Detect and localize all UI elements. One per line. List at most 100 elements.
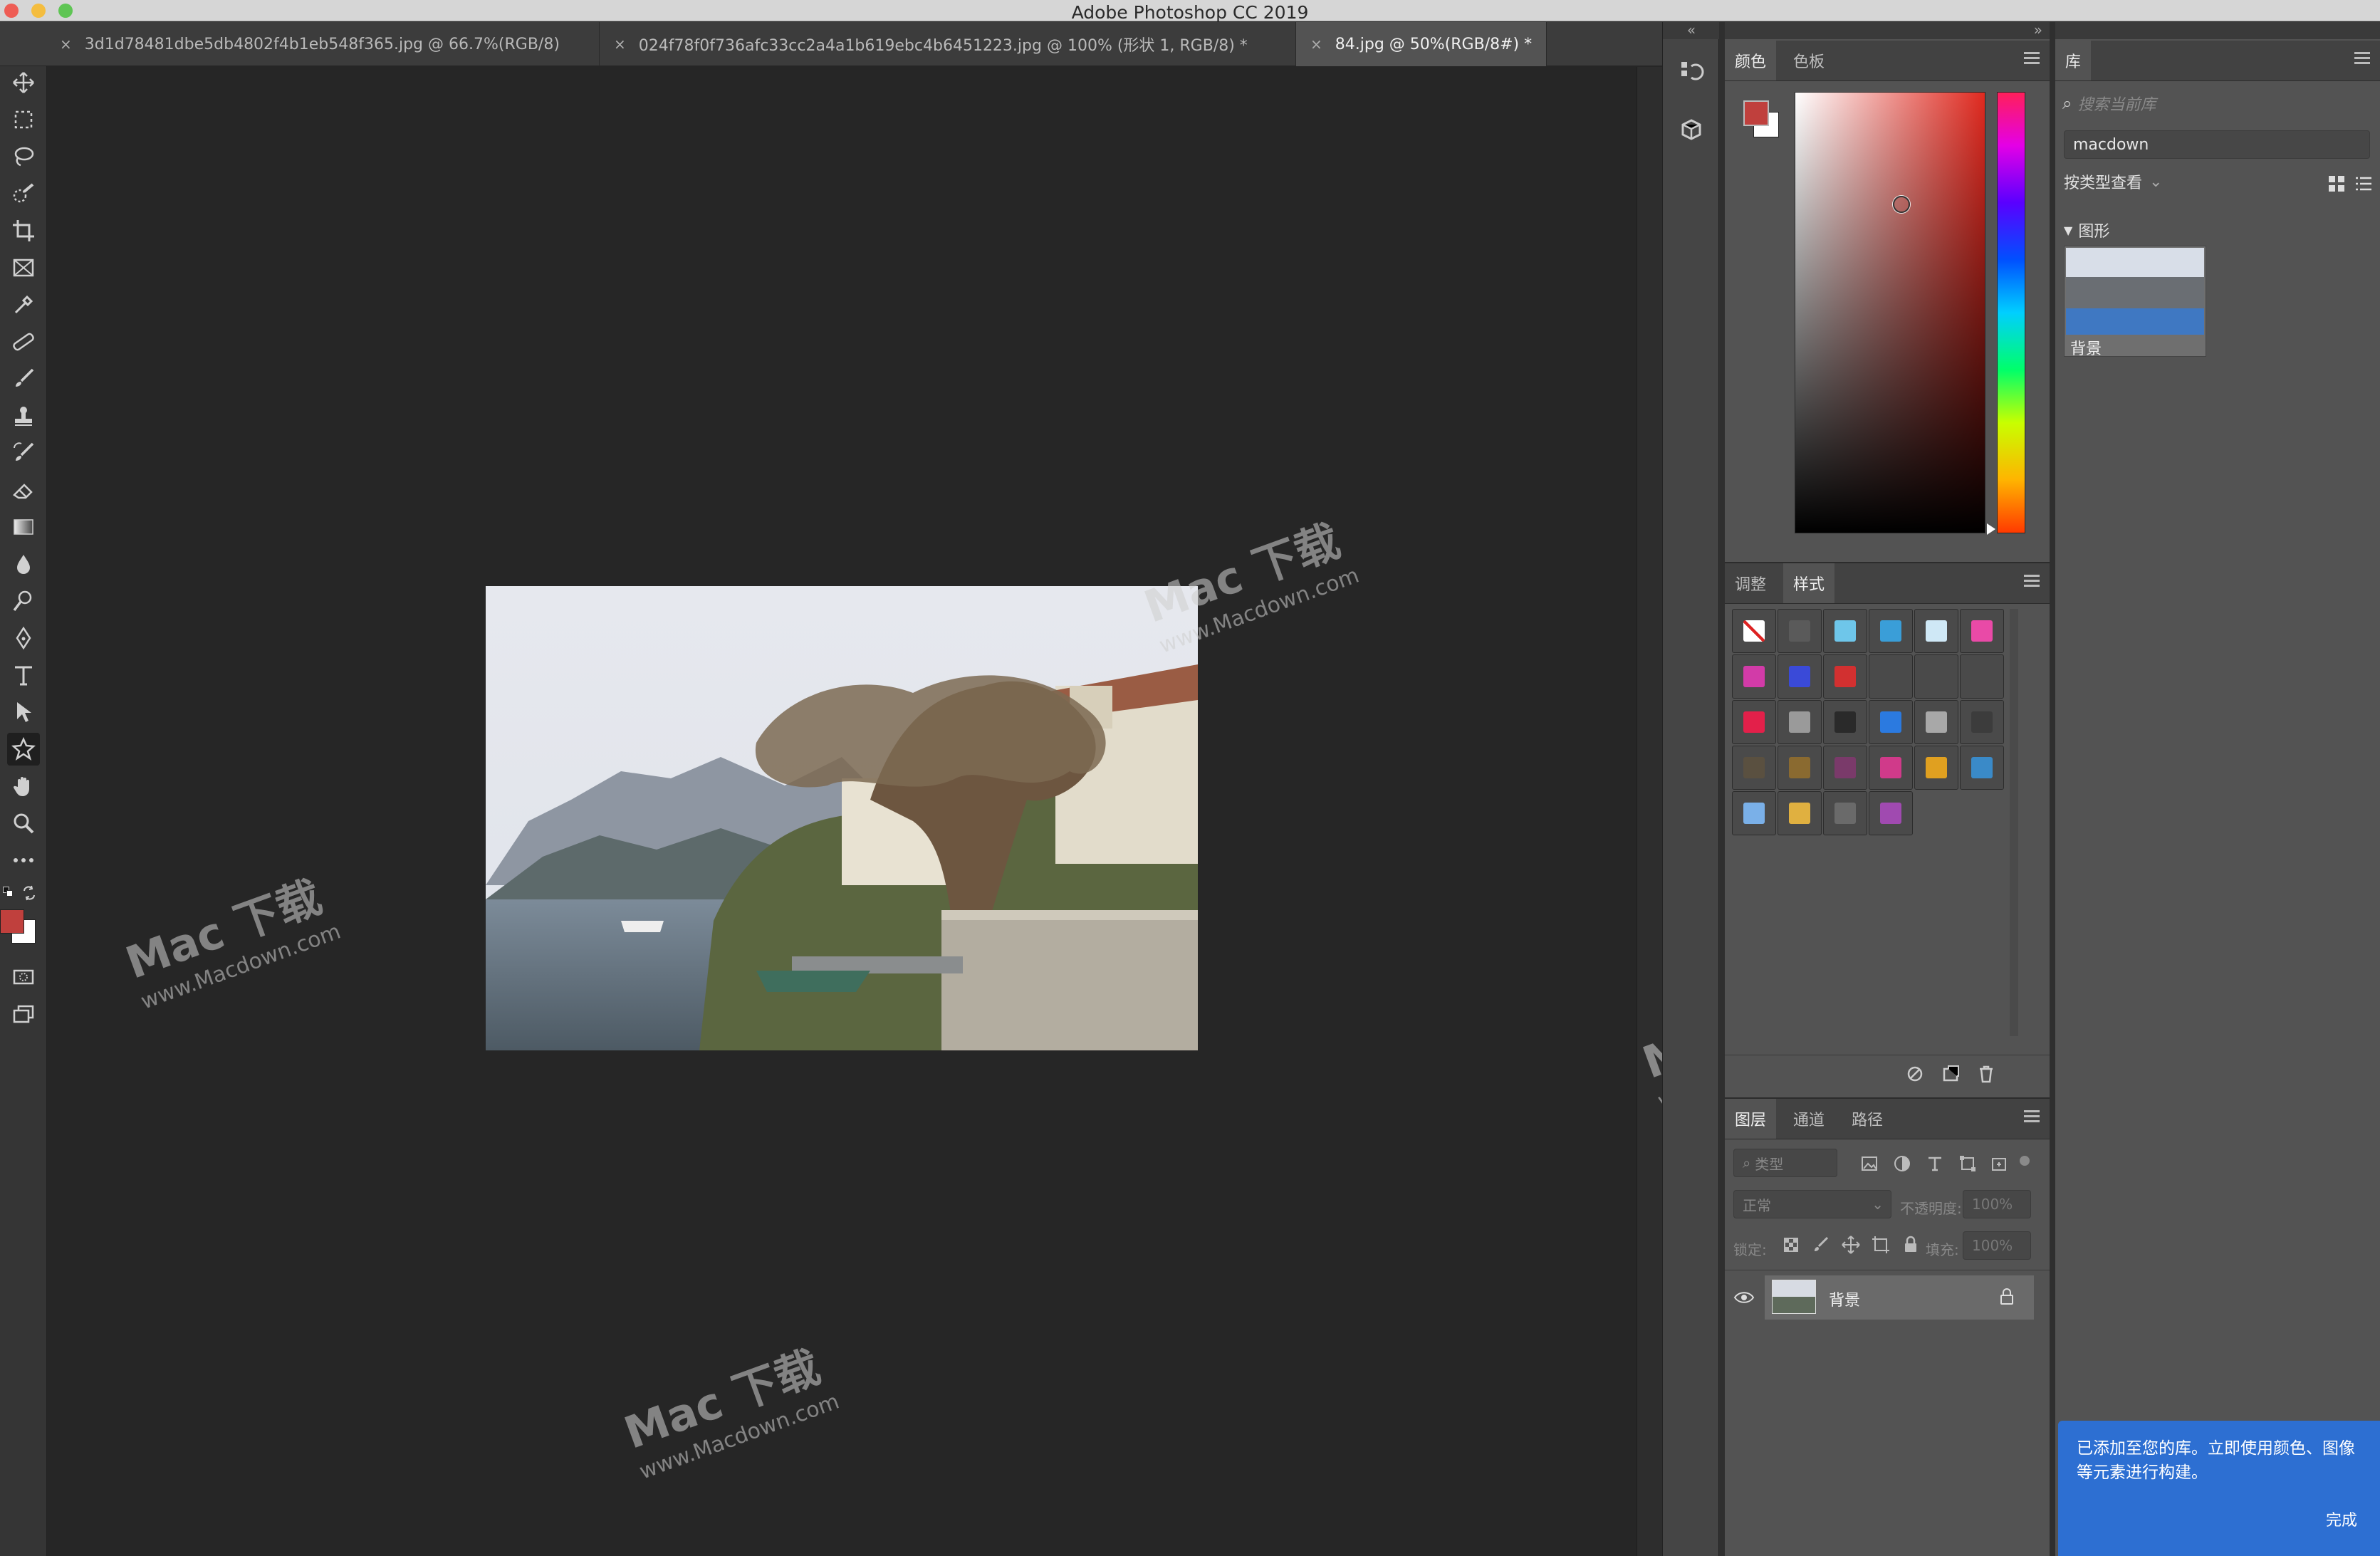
close-tab-icon[interactable]: ×	[614, 36, 626, 53]
more-tools[interactable]	[7, 844, 40, 877]
tab-layers[interactable]: 图层	[1725, 1099, 1777, 1139]
style-preset[interactable]	[1732, 700, 1776, 744]
marquee-tool[interactable]	[7, 103, 40, 136]
style-preset[interactable]	[1960, 609, 2004, 653]
eraser-tool[interactable]	[7, 474, 40, 506]
lasso-tool[interactable]	[7, 140, 40, 173]
fill-input[interactable]: 100%	[1963, 1231, 2031, 1260]
style-preset[interactable]	[1914, 654, 1958, 699]
tab-swatches[interactable]: 色板	[1783, 41, 1834, 80]
document-tab-1[interactable]: × 3d1d78481dbe5db4802f4b1eb548f365.jpg @…	[46, 22, 600, 66]
style-preset[interactable]	[1732, 746, 1776, 790]
document-image[interactable]	[486, 586, 1198, 1050]
tab-styles[interactable]: 样式	[1783, 563, 1835, 603]
brush-tool[interactable]	[7, 362, 40, 395]
tab-adjustments[interactable]: 调整	[1725, 563, 1776, 603]
panel-menu-icon[interactable]	[2354, 52, 2370, 65]
screen-mode-button[interactable]	[7, 998, 40, 1030]
saturation-field[interactable]	[1795, 92, 1985, 533]
style-preset[interactable]	[1869, 654, 1913, 699]
grid-view-icon[interactable]	[2326, 173, 2347, 194]
blend-mode-dropdown[interactable]: 正常 ⌄	[1733, 1190, 1891, 1218]
library-search-input[interactable]: ⌕ 搜索当前库	[2062, 89, 2376, 118]
styles-scrollbar[interactable]	[2010, 609, 2018, 1036]
lock-pixels-icon[interactable]	[1810, 1234, 1832, 1255]
delete-style-icon[interactable]	[1975, 1063, 1997, 1085]
style-preset[interactable]	[1732, 791, 1776, 835]
canvas-scrollbar[interactable]	[1637, 67, 1662, 1556]
layer-lock-icon[interactable]	[1997, 1287, 2017, 1307]
filter-toggle-icon[interactable]	[2020, 1156, 2030, 1166]
filter-adjustment-icon[interactable]	[1891, 1153, 1913, 1174]
hue-slider[interactable]	[1997, 92, 2025, 533]
filter-shape-icon[interactable]	[1957, 1153, 1978, 1174]
style-preset[interactable]	[1778, 746, 1822, 790]
style-preset[interactable]	[1823, 654, 1867, 699]
history-panel-icon[interactable]	[1679, 59, 1704, 85]
close-tab-icon[interactable]: ×	[60, 36, 72, 53]
tab-color[interactable]: 颜色	[1725, 41, 1777, 80]
hand-tool[interactable]	[7, 770, 40, 803]
clear-style-icon[interactable]	[1904, 1063, 1926, 1085]
list-view-icon[interactable]	[2353, 173, 2374, 194]
style-preset[interactable]	[1823, 791, 1867, 835]
zoom-tool[interactable]	[7, 807, 40, 840]
document-tab-2[interactable]: × 024f78f0f736afc33cc2a4a1b619ebc4b64512…	[600, 22, 1296, 66]
foreground-color-chip[interactable]	[1743, 100, 1769, 126]
tab-channels[interactable]: 通道	[1783, 1099, 1834, 1139]
lock-position-icon[interactable]	[1840, 1234, 1862, 1255]
quick-select-tool[interactable]	[7, 177, 40, 210]
pen-tool[interactable]	[7, 622, 40, 654]
style-preset[interactable]	[1960, 700, 2004, 744]
style-preset[interactable]	[1869, 609, 1913, 653]
layer-name[interactable]: 背景	[1829, 1288, 1860, 1310]
view-by-type-dropdown[interactable]: 按类型查看 ⌄	[2064, 170, 2162, 193]
opacity-input[interactable]: 100%	[1963, 1190, 2031, 1218]
style-preset[interactable]	[1823, 746, 1867, 790]
lock-transparent-icon[interactable]	[1780, 1234, 1802, 1255]
type-tool[interactable]	[7, 659, 40, 691]
collapse-left-icon[interactable]: «	[1663, 22, 1720, 39]
default-colors-icon[interactable]	[3, 887, 14, 898]
close-tab-icon[interactable]: ×	[1310, 36, 1322, 53]
layer-row[interactable]: 背景	[1765, 1275, 2034, 1320]
blur-tool[interactable]	[7, 548, 40, 580]
tab-paths[interactable]: 路径	[1842, 1099, 1893, 1139]
style-preset[interactable]	[1778, 609, 1822, 653]
style-preset[interactable]	[1914, 746, 1958, 790]
path-select-tool[interactable]	[7, 696, 40, 729]
document-tab-3[interactable]: × 84.jpg @ 50%(RGB/8#) *	[1296, 22, 1547, 66]
done-button[interactable]: 完成	[2326, 1508, 2357, 1530]
style-preset[interactable]	[1869, 791, 1913, 835]
dodge-tool[interactable]	[7, 585, 40, 617]
style-preset[interactable]	[1823, 700, 1867, 744]
style-preset[interactable]	[1732, 654, 1776, 699]
style-preset[interactable]	[1823, 609, 1867, 653]
style-preset[interactable]	[1960, 654, 2004, 699]
new-style-icon[interactable]	[1940, 1063, 1961, 1085]
lock-artboard-icon[interactable]	[1870, 1234, 1891, 1255]
style-preset[interactable]	[1869, 700, 1913, 744]
layer-visibility-eye-icon[interactable]	[1733, 1288, 1755, 1307]
tab-libraries[interactable]: 库	[2055, 41, 2092, 80]
color-picker-cursor[interactable]	[1893, 196, 1910, 213]
style-preset[interactable]	[1869, 746, 1913, 790]
graphics-section-header[interactable]: ▼ 图形	[2064, 219, 2109, 241]
foreground-color-swatch[interactable]	[0, 909, 24, 934]
move-tool[interactable]	[7, 66, 40, 99]
panel-menu-icon[interactable]	[2024, 52, 2040, 65]
stamp-tool[interactable]	[7, 400, 40, 432]
quick-mask-button[interactable]	[7, 961, 40, 993]
eyedropper-tool[interactable]	[7, 288, 40, 321]
swap-colors-icon[interactable]	[21, 885, 37, 901]
history-brush-tool[interactable]	[7, 437, 40, 469]
style-preset[interactable]	[1960, 746, 2004, 790]
style-preset[interactable]	[1732, 609, 1776, 653]
filter-pixel-icon[interactable]	[1859, 1153, 1880, 1174]
3d-panel-icon[interactable]	[1679, 118, 1704, 143]
layer-filter-dropdown[interactable]: ⌕ 类型	[1733, 1149, 1837, 1177]
gradient-tool[interactable]	[7, 511, 40, 543]
style-preset[interactable]	[1914, 609, 1958, 653]
crop-tool[interactable]	[7, 214, 40, 247]
library-item[interactable]: 背景	[2064, 246, 2206, 358]
